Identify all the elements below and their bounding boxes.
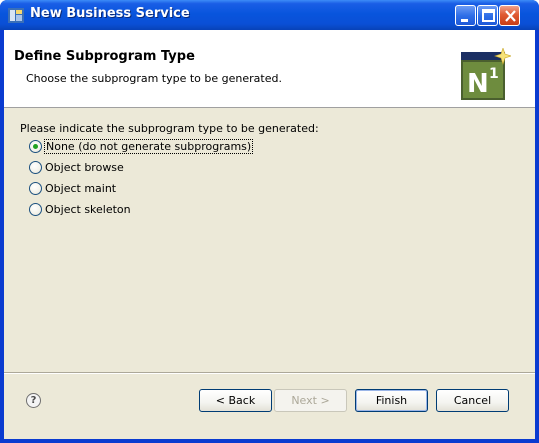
radio-option-none[interactable]: None (do not generate subprograms) — [29, 138, 254, 154]
subprogram-prompt: Please indicate the subprogram type to b… — [20, 122, 319, 135]
minimize-button[interactable] — [455, 5, 476, 26]
svg-text:1: 1 — [489, 66, 499, 82]
radio-button[interactable] — [29, 181, 42, 195]
minimize-icon — [461, 19, 468, 22]
radio-button[interactable] — [29, 202, 42, 216]
next-button[interactable]: Next > — [274, 389, 347, 412]
close-button[interactable] — [499, 5, 520, 26]
window-title: New Business Service — [30, 6, 190, 21]
title-bar[interactable]: New Business Service — [0, 0, 539, 30]
radio-button[interactable] — [29, 139, 42, 153]
radio-label: None (do not generate subprograms) — [43, 138, 254, 154]
footer-separator — [4, 372, 535, 374]
help-icon[interactable]: ? — [26, 393, 41, 408]
maximize-button[interactable] — [477, 5, 498, 26]
radio-option-object-maint[interactable]: Object maint — [29, 180, 116, 196]
maximize-icon — [482, 9, 495, 22]
radio-option-object-browse[interactable]: Object browse — [29, 159, 124, 175]
wizard-window: New Business Service Define Subprogram T… — [0, 0, 539, 443]
page-description: Choose the subprogram type to be generat… — [26, 72, 282, 85]
finish-button[interactable]: Finish — [355, 389, 428, 412]
back-button[interactable]: < Back — [199, 389, 272, 412]
wizard-header: Define Subprogram Type Choose the subpro… — [4, 30, 535, 108]
natural-logo-icon: N 1 — [461, 48, 511, 100]
radio-label: Object skeleton — [45, 202, 131, 216]
svg-text:N: N — [467, 69, 489, 99]
radio-label: Object maint — [45, 181, 117, 195]
dialog-client: Define Subprogram Type Choose the subpro… — [4, 30, 535, 439]
radio-button[interactable] — [29, 160, 42, 174]
page-title: Define Subprogram Type — [14, 49, 195, 64]
radio-label: Object browse — [45, 160, 124, 174]
app-icon — [8, 8, 24, 23]
radio-option-object-skeleton[interactable]: Object skeleton — [29, 201, 131, 217]
close-icon — [505, 10, 516, 22]
cancel-button[interactable]: Cancel — [436, 389, 509, 412]
